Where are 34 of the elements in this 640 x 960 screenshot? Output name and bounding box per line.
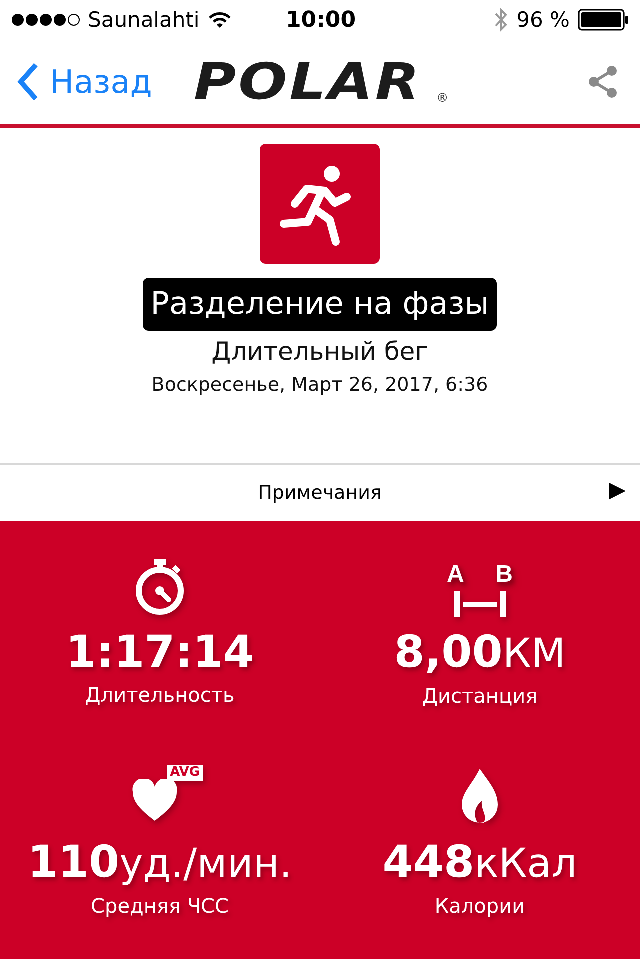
average-badge: AVG <box>167 765 203 781</box>
metric-unit: кКал <box>474 841 578 887</box>
running-person-icon <box>260 144 380 264</box>
sport-name: Длительный бег <box>212 337 428 366</box>
metric-value: 448 <box>382 837 475 888</box>
icon-letter: A <box>447 563 464 587</box>
registered-mark: ® <box>436 91 449 105</box>
wifi-icon <box>208 11 232 29</box>
carrier-name: Saunalahti <box>88 8 200 32</box>
battery-icon <box>578 9 630 31</box>
distance-icon <box>452 591 508 617</box>
metric-value: 1:17:14 <box>66 627 254 678</box>
brand-logo: POLAR <box>194 57 422 107</box>
metric-value: 8,00 <box>394 627 503 678</box>
metric-label: Средняя ЧСС <box>91 894 229 918</box>
back-chevron-icon <box>16 62 40 102</box>
session-date: Воскресенье, Март 26, 2017, 6:36 <box>152 374 488 396</box>
session-title: Разделение на фазы <box>142 278 498 331</box>
expand-arrow[interactable]: ▶ <box>609 478 626 503</box>
icon-letter: B <box>496 563 513 587</box>
metric-label: Калории <box>434 894 526 918</box>
clock: 10:00 <box>286 8 356 32</box>
back-button[interactable]: Назад <box>16 62 152 102</box>
notes-label: Примечания <box>258 482 382 504</box>
share-icon[interactable] <box>586 65 620 99</box>
metric-unit: уд./мин. <box>120 841 292 887</box>
metric-unit: КМ <box>502 631 566 677</box>
bluetooth-icon <box>492 7 509 33</box>
metric-label: Длительность <box>85 683 235 707</box>
battery-percent: 96 % <box>516 8 570 32</box>
metric-label: Дистанция <box>422 684 538 708</box>
metric-value: 110 <box>28 837 120 888</box>
signal-icon <box>12 12 80 28</box>
heart-icon <box>131 779 179 823</box>
